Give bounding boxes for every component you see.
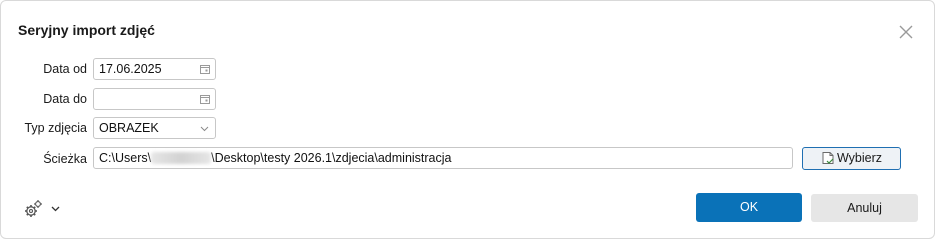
photo-type-label: Typ zdjęcia bbox=[24, 121, 87, 135]
chevron-down-icon bbox=[200, 126, 209, 132]
path-suffix: \Desktop\testy 2026.1\zdjecia\administra… bbox=[211, 151, 452, 165]
close-icon[interactable] bbox=[897, 23, 915, 41]
chevron-down-icon[interactable] bbox=[51, 204, 60, 213]
date-from-label: Data od bbox=[43, 62, 87, 76]
import-dialog: Seryjny import zdjęć Data od 17.06.2025 … bbox=[0, 0, 935, 239]
browse-button[interactable]: Wybierz bbox=[802, 147, 901, 170]
calendar-icon[interactable] bbox=[200, 64, 210, 74]
photo-type-select[interactable]: OBRAZEK bbox=[93, 117, 216, 139]
date-to-label: Data do bbox=[43, 92, 87, 106]
path-prefix: C:\Users\ bbox=[99, 151, 152, 165]
calendar-icon[interactable] bbox=[200, 94, 210, 104]
dialog-title: Seryjny import zdjęć bbox=[18, 22, 155, 38]
path-input[interactable]: C:\Users\ \Desktop\testy 2026.1\zdjecia\a… bbox=[93, 147, 793, 169]
date-to-field[interactable] bbox=[93, 88, 216, 110]
photo-type-value: OBRAZEK bbox=[99, 121, 159, 135]
gears-icon[interactable] bbox=[23, 199, 43, 219]
path-label: Ścieżka bbox=[43, 152, 87, 166]
redacted-username bbox=[151, 152, 212, 164]
ok-button[interactable]: OK bbox=[696, 193, 802, 222]
date-from-field[interactable]: 17.06.2025 bbox=[93, 58, 216, 80]
date-from-value: 17.06.2025 bbox=[99, 62, 162, 76]
cancel-button[interactable]: Anuluj bbox=[811, 194, 918, 222]
browse-label: Wybierz bbox=[836, 151, 883, 165]
folder-icon bbox=[822, 152, 834, 164]
